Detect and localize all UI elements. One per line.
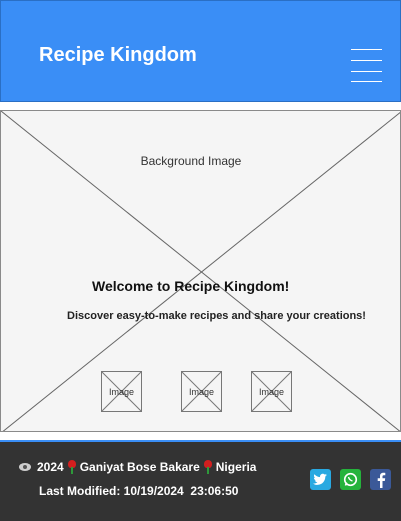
hero-title: Welcome to Recipe Kingdom! — [92, 278, 290, 294]
site-footer: 2024 Ganiyat Bose Bakare Nigeria Last Modi… — [0, 440, 401, 521]
last-modified-date: 10/19/2024 — [123, 484, 184, 498]
rose-icon — [67, 459, 77, 474]
thumbnail-label: Image — [108, 387, 134, 397]
hamburger-menu-icon[interactable] — [351, 49, 382, 83]
thumbnail-image[interactable]: Image — [251, 371, 292, 412]
twitter-icon[interactable] — [310, 469, 331, 490]
copyright-eye-icon — [19, 462, 31, 471]
site-header: Recipe Kingdom — [0, 0, 401, 102]
footer-credits: 2024 Ganiyat Bose Bakare Nigeria — [19, 459, 256, 474]
thumbnail-label: Image — [188, 387, 214, 397]
site-title[interactable]: Recipe Kingdom — [39, 44, 197, 67]
whatsapp-icon[interactable] — [340, 469, 361, 490]
rose-icon — [203, 459, 213, 474]
facebook-icon[interactable] — [370, 469, 391, 490]
last-modified-label: Last Modified: — [39, 484, 121, 498]
thumbnail-image[interactable]: Image — [101, 371, 142, 412]
thumbnail-image[interactable]: Image — [181, 371, 222, 412]
background-image-label: Background Image — [140, 154, 242, 168]
hero-section: Background Image Welcome to Recipe Kingd… — [0, 110, 401, 432]
footer-year: 2024 — [37, 459, 64, 474]
hero-subtitle: Discover easy-to-make recipes and share … — [67, 310, 366, 322]
footer-author: Ganiyat Bose Bakare — [79, 459, 200, 474]
thumbnail-label: Image — [258, 387, 284, 397]
footer-country: Nigeria — [215, 459, 257, 474]
last-modified: Last Modified: 10/19/2024 23:06:50 — [39, 484, 238, 498]
last-modified-time: 23:06:50 — [190, 484, 239, 498]
